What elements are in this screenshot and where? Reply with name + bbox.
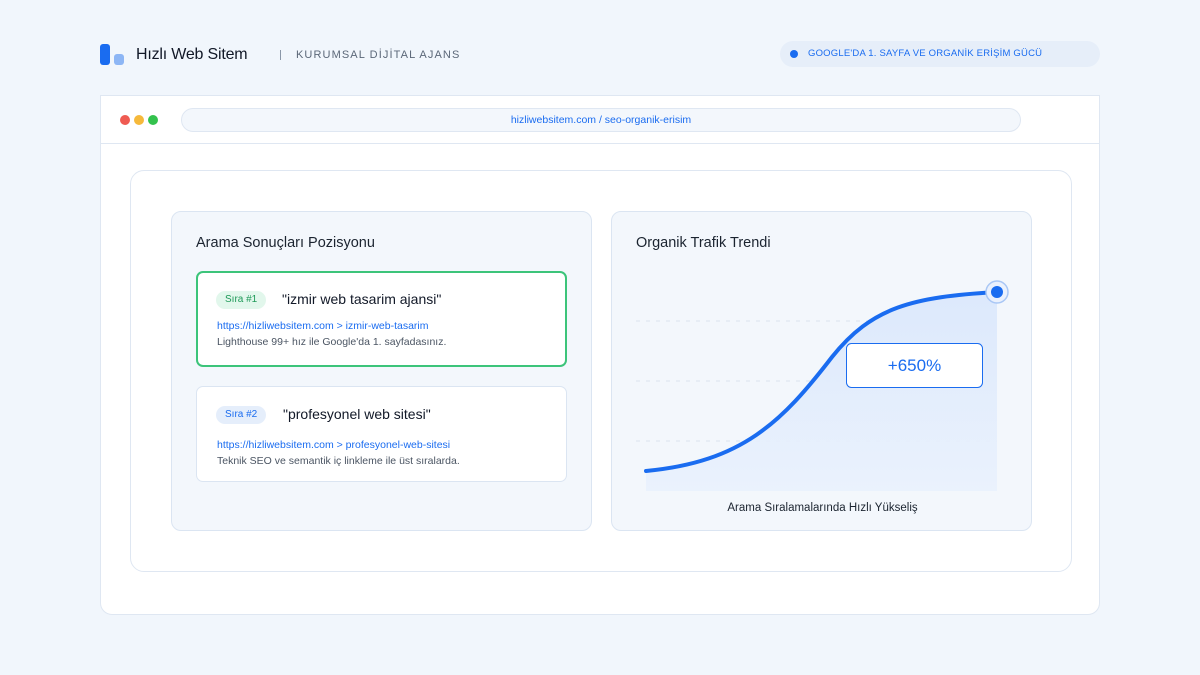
search-query: "izmir web tasarim ajansi" — [282, 291, 442, 307]
search-result-2[interactable]: Sıra #2 "profesyonel web sitesi" https:/… — [196, 386, 567, 482]
search-result-1[interactable]: Sıra #1 "izmir web tasarim ajansi" https… — [196, 271, 567, 367]
endpoint-marker[interactable] — [991, 286, 1003, 298]
brand-tagline: KURUMSAL DİJİTAL AJANS — [296, 49, 461, 61]
search-positions-card: Arama Sonuçları Pozisyonu Sıra #1 "izmir… — [171, 211, 592, 531]
result-description: Teknik SEO ve semantik iç linkleme ile ü… — [217, 455, 460, 467]
pill-text: GOOGLE'DA 1. SAYFA VE ORGANİK ERİŞİM GÜC… — [808, 48, 1043, 59]
minimize-window-icon[interactable] — [134, 115, 144, 125]
page-content: Arama Sonuçları Pozisyonu Sıra #1 "izmir… — [130, 170, 1072, 572]
maximize-window-icon[interactable] — [148, 115, 158, 125]
search-positions-title: Arama Sonuçları Pozisyonu — [196, 235, 375, 251]
rank-badge: Sıra #2 — [216, 406, 267, 424]
site-header: Hızlı Web Sitem KURUMSAL DİJİTAL AJANS G… — [100, 41, 1100, 68]
brand-name[interactable]: Hızlı Web Sitem — [136, 46, 248, 64]
brand-logo-icon[interactable] — [100, 44, 126, 68]
rank-badge: Sıra #1 — [216, 291, 267, 309]
pill-dot-icon — [790, 50, 798, 58]
result-description: Lighthouse 99+ hız ile Google'da 1. sayf… — [217, 336, 447, 348]
header-divider — [280, 50, 281, 60]
search-query: "profesyonel web sitesi" — [283, 406, 431, 422]
result-url-link[interactable]: https://hizliwebsitem.com > profesyonel-… — [217, 439, 450, 451]
close-window-icon[interactable] — [120, 115, 130, 125]
browser-toolbar: hizliwebsitem.com / seo-organik-erisim — [101, 96, 1099, 144]
traffic-trend-chart: +650% — [636, 280, 1009, 491]
growth-label: +650% — [888, 356, 941, 375]
chart-caption: Arama Sıralamalarında Hızlı Yükseliş — [727, 502, 918, 514]
traffic-trend-card: Organik Trafik Trendi +650% Arama Sırala… — [611, 211, 1032, 531]
address-bar[interactable]: hizliwebsitem.com / seo-organik-erisim — [181, 108, 1021, 132]
result-url-link[interactable]: https://hizliwebsitem.com > izmir-web-ta… — [217, 320, 429, 332]
highlight-pill: GOOGLE'DA 1. SAYFA VE ORGANİK ERİŞİM GÜC… — [780, 41, 1100, 67]
browser-window: hizliwebsitem.com / seo-organik-erisim A… — [100, 95, 1100, 615]
